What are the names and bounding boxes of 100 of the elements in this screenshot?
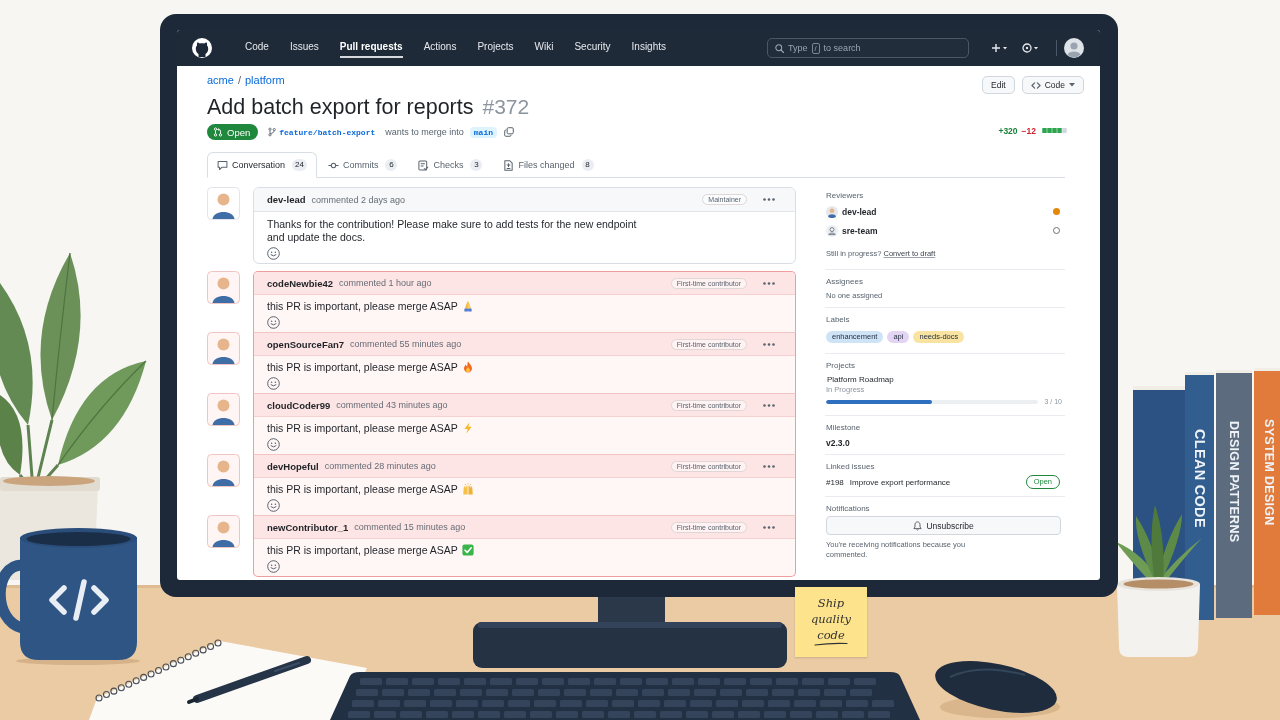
avatar-icon[interactable] bbox=[207, 332, 240, 365]
file-diff-icon bbox=[503, 159, 515, 171]
tab[interactable]: Files changed 8 bbox=[493, 152, 604, 178]
book-title: CLEAN CODE bbox=[1192, 429, 1207, 530]
comment-timestamp: commented 1 hour ago bbox=[339, 278, 432, 288]
smiley-icon[interactable] bbox=[267, 247, 280, 260]
comment-text: this PR is important, please merge ASAP bbox=[267, 361, 458, 373]
tab[interactable]: Checks 3 bbox=[408, 152, 493, 178]
book-title: SYSTEM DESIGN bbox=[1262, 419, 1276, 528]
book-title: DESIGN PATTERNS bbox=[1227, 421, 1241, 545]
milestone-name[interactable]: v2.3.0 bbox=[826, 437, 1065, 449]
comment-text: this PR is important, please merge ASAP bbox=[267, 300, 458, 312]
caret-icon bbox=[1069, 83, 1075, 87]
more-options-icon[interactable] bbox=[763, 403, 775, 407]
avatar-icon[interactable] bbox=[207, 515, 240, 548]
tab-counter: 6 bbox=[385, 159, 398, 171]
nav-link[interactable]: Security bbox=[574, 30, 611, 58]
base-branch-label[interactable]: main bbox=[469, 126, 497, 138]
reviewer-avatar-icon bbox=[826, 205, 838, 218]
avatar-icon[interactable] bbox=[207, 271, 240, 304]
action-button[interactable]: Edit bbox=[982, 76, 1015, 94]
repo-name-link[interactable]: platform bbox=[244, 73, 285, 87]
reviewer-name[interactable]: dev-lead bbox=[842, 206, 877, 217]
issues-dropdown-icon[interactable] bbox=[1022, 43, 1039, 53]
search-icon bbox=[775, 43, 784, 53]
tab[interactable]: Commits 6 bbox=[317, 152, 408, 178]
pull-request-icon bbox=[213, 127, 223, 137]
bell-icon bbox=[913, 520, 923, 531]
branch-icon bbox=[268, 127, 277, 137]
sidebar-heading: Reviewers bbox=[826, 190, 865, 202]
issue-number: #198 bbox=[826, 477, 844, 487]
nav-link[interactable]: Code bbox=[245, 30, 269, 58]
pr-title: Add batch export for reports bbox=[207, 95, 474, 120]
dropdown-button[interactable]: Code bbox=[1021, 76, 1084, 94]
search-placeholder: Type bbox=[788, 43, 808, 53]
sidebar-heading: Notifications bbox=[826, 503, 871, 515]
copy-icon[interactable] bbox=[504, 127, 514, 137]
comment-author[interactable]: openSourceFan7 bbox=[267, 338, 345, 350]
deletions-count: −12 bbox=[1021, 125, 1036, 136]
comment-author[interactable]: devHopeful bbox=[267, 460, 319, 472]
pr-number: #372 bbox=[482, 94, 530, 119]
nav-link[interactable]: Pull requests bbox=[339, 30, 403, 58]
comment-timestamp: commented 43 minutes ago bbox=[336, 400, 448, 410]
head-branch-link[interactable]: feature/batch-export bbox=[279, 127, 376, 137]
sidebar-heading: Projects bbox=[826, 360, 856, 372]
reviewer-name[interactable]: sre-team bbox=[842, 225, 878, 236]
project-name[interactable]: Platform Roadmap bbox=[827, 374, 1065, 385]
comment-author[interactable]: dev-lead bbox=[267, 194, 306, 205]
avatar-icon[interactable] bbox=[207, 187, 240, 220]
comment-text: this PR is important, please merge ASAP bbox=[267, 483, 458, 495]
nav-link[interactable]: Wiki bbox=[534, 30, 554, 58]
sidebar-heading: Milestone bbox=[826, 422, 862, 434]
search-placeholder: to search bbox=[823, 43, 861, 53]
logo-icon[interactable] bbox=[192, 38, 212, 58]
tab[interactable]: Conversation 24 bbox=[207, 152, 317, 178]
path-separator: / bbox=[237, 73, 241, 87]
user-avatar-icon[interactable] bbox=[1064, 38, 1084, 58]
smiley-icon[interactable] bbox=[267, 560, 280, 573]
more-options-icon[interactable] bbox=[763, 342, 775, 346]
tab-counter: 3 bbox=[470, 159, 483, 171]
sidebar-heading: Labels bbox=[826, 314, 851, 326]
nav-link[interactable]: Issues bbox=[289, 30, 319, 58]
comment-timestamp: commented 15 minutes ago bbox=[354, 522, 466, 532]
more-options-icon[interactable] bbox=[763, 525, 775, 529]
issue-title-link[interactable]: Improve export performance bbox=[849, 477, 951, 487]
state-label: Open bbox=[227, 126, 251, 138]
smiley-icon[interactable] bbox=[267, 499, 280, 512]
unsubscribe-button[interactable]: Unsubscribe bbox=[826, 516, 1061, 535]
comment-author[interactable]: cloudCoder99 bbox=[267, 399, 331, 411]
comment-icon bbox=[217, 159, 228, 171]
nav-link[interactable]: Insights bbox=[631, 30, 667, 58]
tab-counter: 24 bbox=[292, 159, 307, 171]
nav-link[interactable]: Projects bbox=[477, 30, 514, 58]
plus-dropdown-icon[interactable] bbox=[991, 43, 1008, 53]
merge-description: wants to merge into bbox=[385, 127, 464, 137]
comment-text: Thanks for the contribution! Please make sure to add tests for the new endpoint and update the docs. bbox=[267, 218, 637, 243]
smiley-icon[interactable] bbox=[267, 438, 280, 451]
tab-counter: 8 bbox=[581, 159, 594, 171]
note-text: Ship quality code bbox=[809, 595, 853, 643]
comment-text: this PR is important, please merge ASAP bbox=[267, 422, 458, 434]
comment-text: this PR is important, please merge ASAP bbox=[267, 544, 458, 556]
checklist-icon bbox=[418, 159, 430, 171]
code-icon bbox=[1030, 80, 1041, 90]
more-options-icon[interactable] bbox=[763, 464, 775, 468]
more-options-icon[interactable] bbox=[763, 198, 775, 201]
person-outline-icon bbox=[826, 224, 838, 237]
comment-timestamp: commented 2 days ago bbox=[311, 194, 406, 205]
smiley-icon[interactable] bbox=[267, 377, 280, 390]
comment-timestamp: commented 55 minutes ago bbox=[350, 339, 462, 349]
additions-count: +320 bbox=[998, 125, 1018, 136]
nav-link[interactable]: Actions bbox=[423, 30, 457, 58]
repo-owner-link[interactable]: acme bbox=[207, 73, 234, 87]
underline-stroke-icon bbox=[814, 642, 848, 646]
smiley-icon[interactable] bbox=[267, 316, 280, 329]
avatar-icon[interactable] bbox=[207, 454, 240, 487]
more-options-icon[interactable] bbox=[763, 281, 775, 285]
avatar-icon[interactable] bbox=[207, 393, 240, 426]
sidebar-heading: Linked issues bbox=[826, 461, 876, 473]
comment-author[interactable]: newContributor_1 bbox=[267, 521, 349, 533]
comment-author[interactable]: codeNewbie42 bbox=[267, 277, 333, 289]
